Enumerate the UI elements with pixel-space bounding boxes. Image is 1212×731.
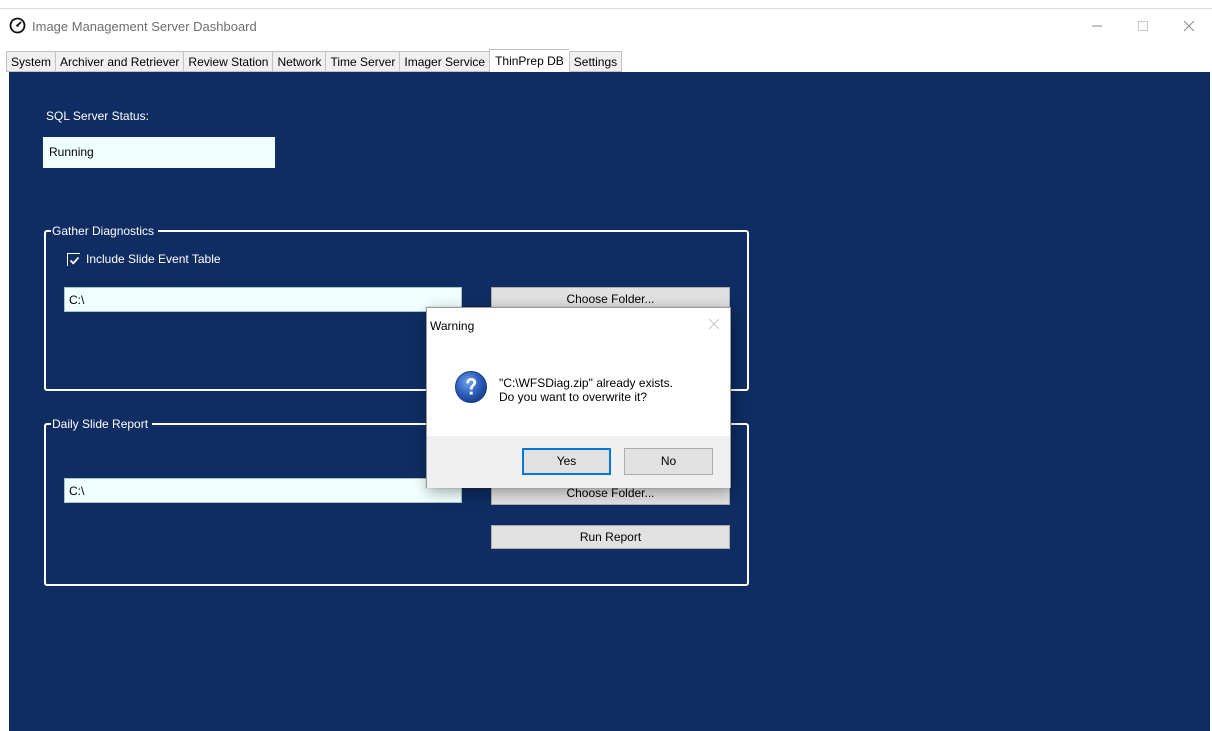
no-button[interactable]: No [624,448,713,475]
tab-imager-service[interactable]: Imager Service [399,51,490,72]
dialog-message-line-1: "C:\WFSDiag.zip" already exists. [499,376,673,390]
yes-button[interactable]: Yes [522,448,611,475]
minimize-icon [1092,25,1102,27]
window-title: Image Management Server Dashboard [32,19,257,34]
title-bar: Image Management Server Dashboard [0,9,1212,47]
checkmark-icon [68,253,81,267]
sql-status-field: Running [43,137,275,168]
report-path-input[interactable]: C:\ [64,478,462,503]
overwrite-warning-dialog: Warning "C:\WFSDiag.zip" already exists.… [426,307,731,488]
close-icon [708,318,720,330]
question-icon [454,370,488,404]
dialog-message-line-2: Do you want to overwrite it? [499,390,648,404]
tab-network[interactable]: Network [272,51,326,72]
dialog-footer: Yes No [427,436,730,488]
tab-thinprep-db[interactable]: ThinPrep DB [489,49,569,72]
dialog-title: Warning [430,319,475,333]
gauge-icon [9,17,26,34]
tab-archiver-and-retriever[interactable]: Archiver and Retriever [55,51,184,72]
run-report-button[interactable]: Run Report [491,525,730,549]
diagnostics-path-input[interactable]: C:\ [64,287,462,312]
maximize-button[interactable] [1120,13,1166,39]
gather-diagnostics-legend: Gather Diagnostics [51,223,159,239]
maximize-icon [1138,21,1148,31]
dialog-message: "C:\WFSDiag.zip" already exists. Do you … [499,376,673,404]
tab-system[interactable]: System [6,51,56,72]
tab-time-server[interactable]: Time Server [325,51,400,72]
sql-status-label: SQL Server Status: [46,109,149,123]
dialog-close-button[interactable] [707,317,721,331]
tab-strip: System Archiver and Retriever Review Sta… [6,49,623,72]
close-window-button[interactable] [1166,13,1212,39]
daily-slide-report-legend: Daily Slide Report [51,416,153,432]
tab-settings[interactable]: Settings [568,51,623,72]
tab-review-station[interactable]: Review Station [183,51,273,72]
close-icon [1183,20,1195,32]
include-slide-event-table-checkbox[interactable] [67,252,81,267]
include-slide-event-table-row[interactable]: Include Slide Event Table [67,252,221,267]
minimize-button[interactable] [1074,13,1120,39]
include-slide-event-table-label: Include Slide Event Table [86,252,221,266]
